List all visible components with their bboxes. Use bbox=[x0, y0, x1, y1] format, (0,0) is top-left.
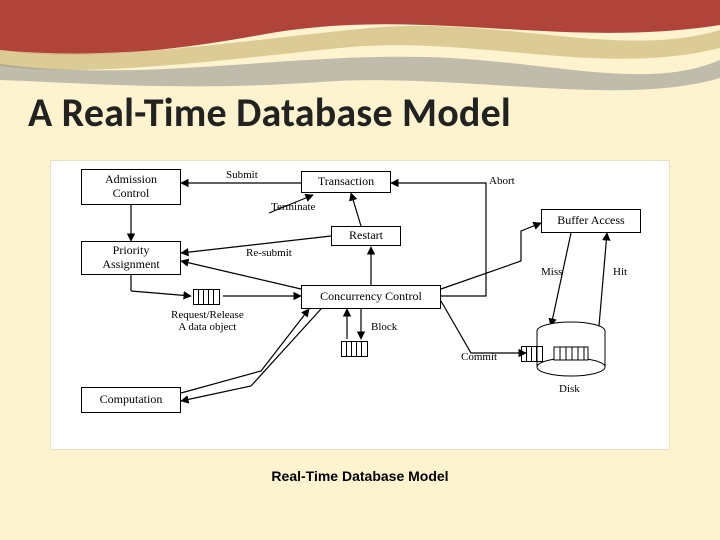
label-resubmit: Re-submit bbox=[246, 247, 292, 259]
node-admission-control: Admission Control bbox=[81, 169, 181, 205]
label-commit: Commit bbox=[461, 351, 497, 363]
label-request-release: Request/Release A data object bbox=[171, 309, 244, 333]
diagram-caption: Real-Time Database Model bbox=[0, 468, 720, 484]
label-miss: Miss bbox=[541, 266, 562, 278]
label-disk: Disk bbox=[559, 383, 580, 395]
node-transaction: Transaction bbox=[301, 171, 391, 193]
queue-block bbox=[341, 341, 368, 357]
label-hit: Hit bbox=[613, 266, 627, 278]
slide-title: A Real-Time Database Model bbox=[28, 88, 511, 137]
slide-swoosh bbox=[0, 0, 720, 100]
label-abort: Abort bbox=[489, 175, 515, 187]
node-restart: Restart bbox=[331, 226, 401, 246]
node-concurrency-control: Concurrency Control bbox=[301, 285, 441, 309]
queue-priority bbox=[193, 289, 220, 305]
label-block: Block bbox=[371, 321, 397, 333]
node-buffer-access: Buffer Access bbox=[541, 209, 641, 233]
label-submit: Submit bbox=[226, 169, 258, 181]
label-terminate: Terminate bbox=[271, 201, 315, 213]
queue-disk bbox=[521, 346, 543, 362]
node-priority-assignment: Priority Assignment bbox=[81, 241, 181, 275]
node-computation: Computation bbox=[81, 387, 181, 413]
diagram-canvas: Admission Control Transaction Priority A… bbox=[50, 160, 670, 450]
